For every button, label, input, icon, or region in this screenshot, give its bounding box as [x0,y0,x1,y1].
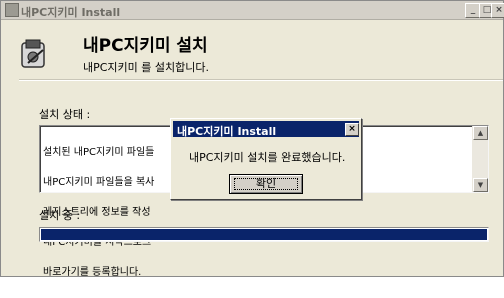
header-divider [19,79,503,81]
completion-dialog: 내PC지키미 Install × 내PC지키미 설치를 완료했습니다. 확인 [170,118,362,200]
scroll-down-button[interactable]: ▼ [473,178,488,192]
window-title: 내PC지키미 Install [21,6,121,19]
progress-label: 설치 중 : [39,209,81,222]
dialog-titlebar[interactable]: 내PC지키미 Install × [173,121,359,138]
dialog-message: 내PC지키미 설치를 완료했습니다. [189,151,346,164]
dialog-title: 내PC지키미 Install [177,125,277,138]
install-progress-bar [39,227,489,242]
scroll-up-button[interactable]: ▲ [473,126,488,140]
progress-fill [41,229,487,240]
window-titlebar[interactable]: 내PC지키미 Install _ □ × [1,1,504,20]
log-line: 설치된 내PC지키미 파일들 [43,147,155,158]
log-line: 내PC지키미 파일들을 복사 [43,177,155,188]
installer-app-icon [5,3,19,17]
ok-button-label: 확인 [255,177,277,190]
installer-disk-icon [21,39,45,68]
ok-button[interactable]: 확인 [229,174,303,194]
installer-window: 내PC지키미 Install _ □ × 내PC지키미 설치 내PC지키미 를 … [0,0,504,278]
dialog-close-button[interactable]: × [345,123,359,136]
log-scrollbar[interactable]: ▲ ▼ [472,126,488,192]
status-label: 설치 상태 : [39,108,91,121]
close-button[interactable]: × [491,3,504,18]
installer-heading: 내PC지키미 설치 [83,36,208,56]
installer-subheading: 내PC지키미 를 설치합니다. [83,61,210,74]
